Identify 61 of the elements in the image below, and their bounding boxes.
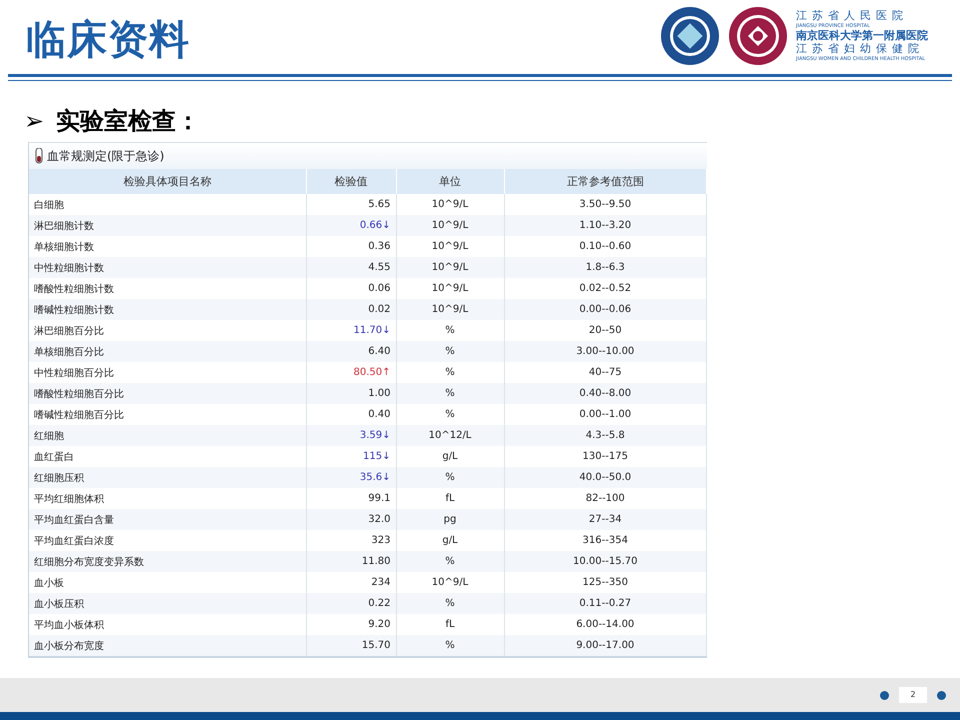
result-value-cell: 0.02 bbox=[306, 299, 396, 320]
page-number: 2 bbox=[899, 687, 927, 703]
test-name-cell: 嗜酸性粒细胞百分比 bbox=[29, 383, 306, 404]
reference-range-cell: 40.0--50.0 bbox=[504, 467, 706, 488]
result-value-cell: 3.59↓ bbox=[306, 425, 396, 446]
result-value-cell: 32.0 bbox=[306, 509, 396, 530]
reference-range-cell: 3.00--10.00 bbox=[504, 341, 706, 362]
unit-cell: 10^9/L bbox=[396, 257, 504, 278]
result-value-cell: 6.40 bbox=[306, 341, 396, 362]
reference-range-cell: 4.3--5.8 bbox=[504, 425, 706, 446]
result-value-cell: 35.6↓ bbox=[306, 467, 396, 488]
result-value-cell: 15.70 bbox=[306, 635, 396, 656]
test-name-cell: 红细胞 bbox=[29, 425, 306, 446]
panel-title: 血常规测定(限于急诊) bbox=[47, 148, 164, 164]
reference-range-cell: 0.00--0.06 bbox=[504, 299, 706, 320]
test-name-cell: 血小板分布宽度 bbox=[29, 635, 306, 656]
unit-cell: 10^12/L bbox=[396, 425, 504, 446]
result-value-cell: 11.80 bbox=[306, 551, 396, 572]
reference-range-cell: 0.40--8.00 bbox=[504, 383, 706, 404]
column-header: 正常参考值范围 bbox=[504, 169, 706, 194]
test-name-cell: 平均血红蛋白含量 bbox=[29, 509, 306, 530]
unit-cell: % bbox=[396, 635, 504, 656]
unit-cell: % bbox=[396, 467, 504, 488]
test-name-cell: 红细胞压积 bbox=[29, 467, 306, 488]
unit-cell: pg bbox=[396, 509, 504, 530]
test-tube-icon bbox=[35, 148, 43, 164]
emblem-logo-icon bbox=[728, 6, 788, 66]
column-header: 单位 bbox=[396, 169, 504, 194]
column-header: 检验值 bbox=[306, 169, 396, 194]
hospital-name: 江苏省人民医院 bbox=[796, 10, 909, 22]
unit-cell: % bbox=[396, 383, 504, 404]
unit-cell: 10^9/L bbox=[396, 299, 504, 320]
hospital-name: 南京医科大学第一附属医院 bbox=[796, 30, 929, 42]
test-name-cell: 中性粒细胞计数 bbox=[29, 257, 306, 278]
column-header: 检验具体项目名称 bbox=[29, 169, 306, 194]
unit-cell: % bbox=[396, 551, 504, 572]
reference-range-cell: 10.00--15.70 bbox=[504, 551, 706, 572]
reference-range-cell: 0.11--0.27 bbox=[504, 593, 706, 614]
section-heading: 实验室检查： bbox=[56, 106, 200, 137]
reference-range-cell: 1.10--3.20 bbox=[504, 215, 706, 236]
result-value-cell: 4.55 bbox=[306, 257, 396, 278]
result-value-cell: 1.00 bbox=[306, 383, 396, 404]
test-name-cell: 血小板压积 bbox=[29, 593, 306, 614]
reference-range-cell: 9.00--17.00 bbox=[504, 635, 706, 656]
unit-cell: % bbox=[396, 593, 504, 614]
dot-icon bbox=[937, 690, 946, 700]
emblem-logo-icon bbox=[660, 6, 720, 66]
slide-title: 临床资料 bbox=[26, 16, 190, 65]
dot-icon bbox=[880, 690, 889, 700]
bullet-marker: ➢ bbox=[24, 107, 44, 135]
reference-range-cell: 1.8--6.3 bbox=[504, 257, 706, 278]
unit-cell: 10^9/L bbox=[396, 215, 504, 236]
test-name-cell: 单核细胞百分比 bbox=[29, 341, 306, 362]
test-name-cell: 红细胞分布宽度变异系数 bbox=[29, 551, 306, 572]
unit-cell: % bbox=[396, 341, 504, 362]
test-name-cell: 淋巴细胞计数 bbox=[29, 215, 306, 236]
test-name-cell: 嗜碱性粒细胞计数 bbox=[29, 299, 306, 320]
result-value-cell: 0.66↓ bbox=[306, 215, 396, 236]
result-value-cell: 0.22 bbox=[306, 593, 396, 614]
reference-range-cell: 27--34 bbox=[504, 509, 706, 530]
hospital-name: 江苏省妇幼保健院 bbox=[796, 43, 925, 55]
